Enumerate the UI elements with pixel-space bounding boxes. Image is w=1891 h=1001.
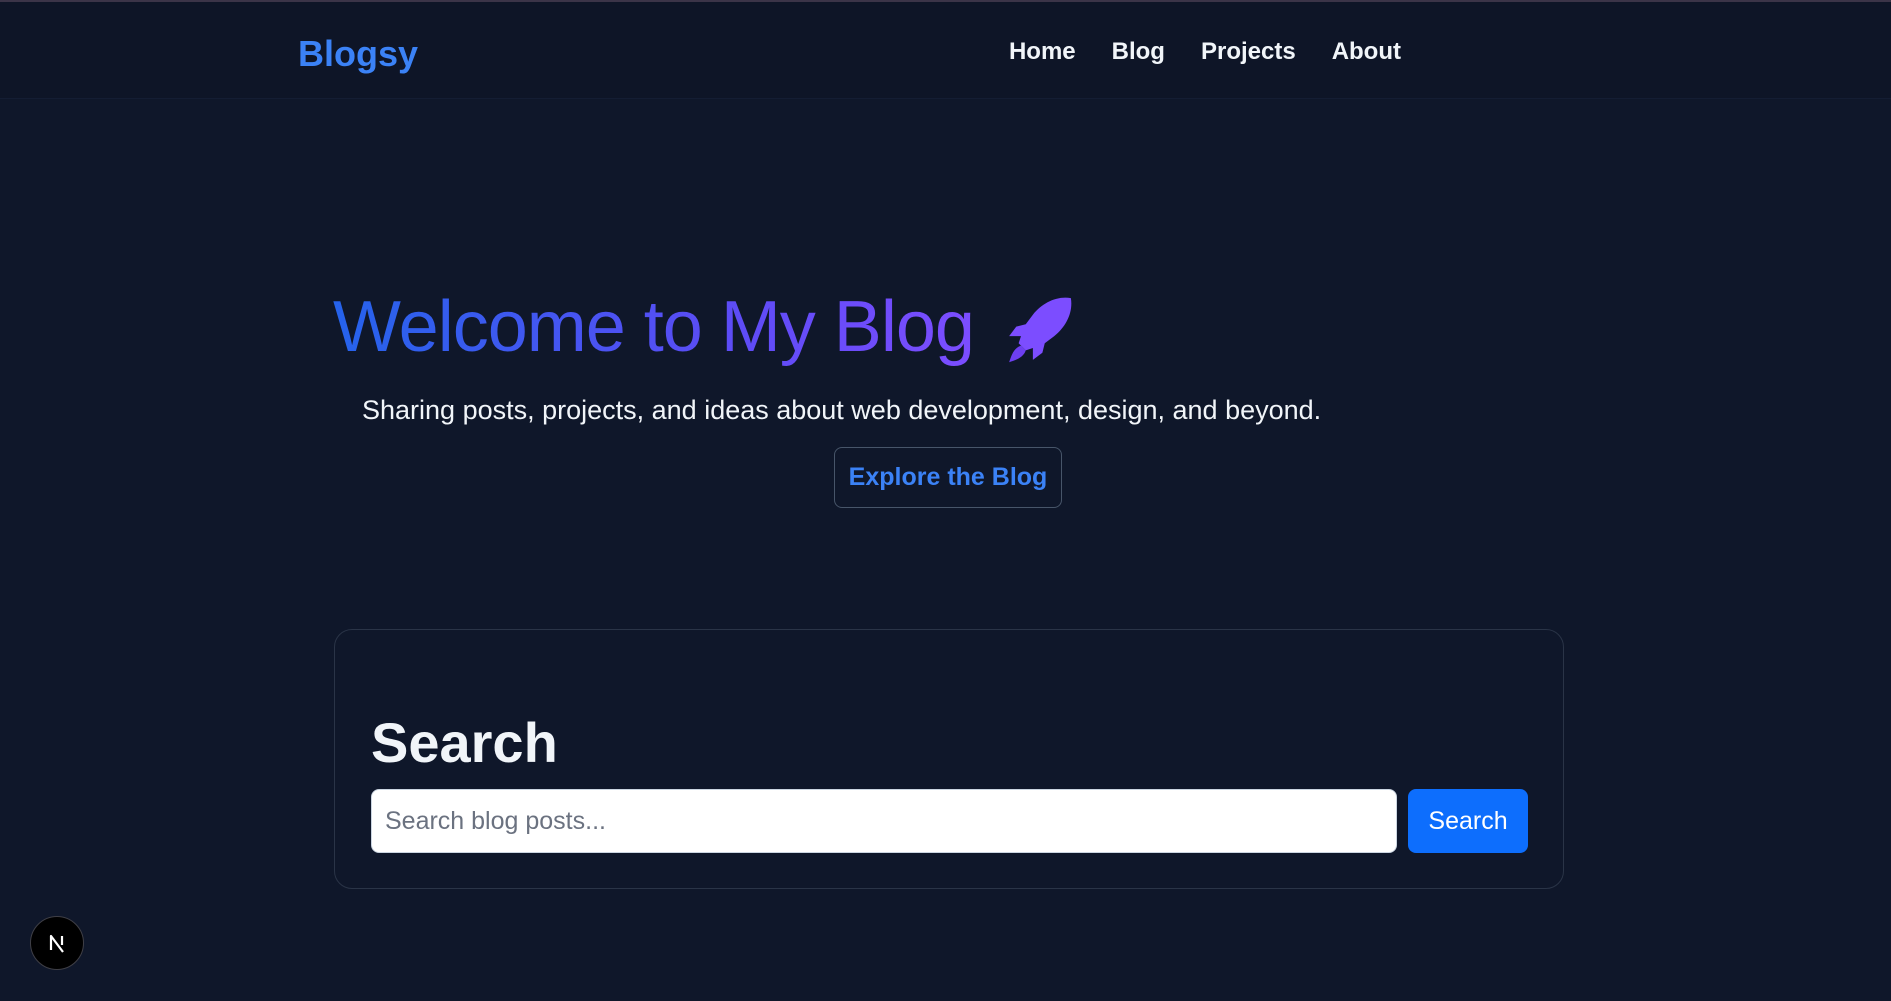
nav-about-link[interactable]: About [1332, 32, 1401, 72]
navbar: Blogsy Home Blog Projects About [0, 2, 1891, 99]
hero-subtitle: Sharing posts, projects, and ideas about… [362, 395, 1322, 425]
hero-title-text: Welcome to My Blog [333, 282, 975, 372]
search-button[interactable]: Search [1408, 789, 1528, 853]
hero-title: Welcome to My Blog [333, 282, 1078, 372]
rocket-icon [1009, 297, 1072, 363]
brand-logo-link[interactable]: Blogsy [298, 30, 418, 78]
explore-blog-button[interactable]: Explore the Blog [834, 447, 1062, 508]
search-heading: Search [371, 711, 558, 774]
nextjs-n-icon [49, 934, 64, 953]
page: Blogsy Home Blog Projects About Welcome … [0, 0, 1891, 1001]
nav-blog-link[interactable]: Blog [1112, 32, 1165, 72]
nav-home-link[interactable]: Home [1009, 32, 1076, 72]
search-input[interactable] [371, 789, 1397, 853]
search-card: Search Search [334, 629, 1564, 889]
main-nav: Home Blog Projects About [1009, 32, 1401, 72]
nav-projects-link[interactable]: Projects [1201, 32, 1296, 72]
nextjs-dev-badge[interactable] [30, 916, 84, 970]
